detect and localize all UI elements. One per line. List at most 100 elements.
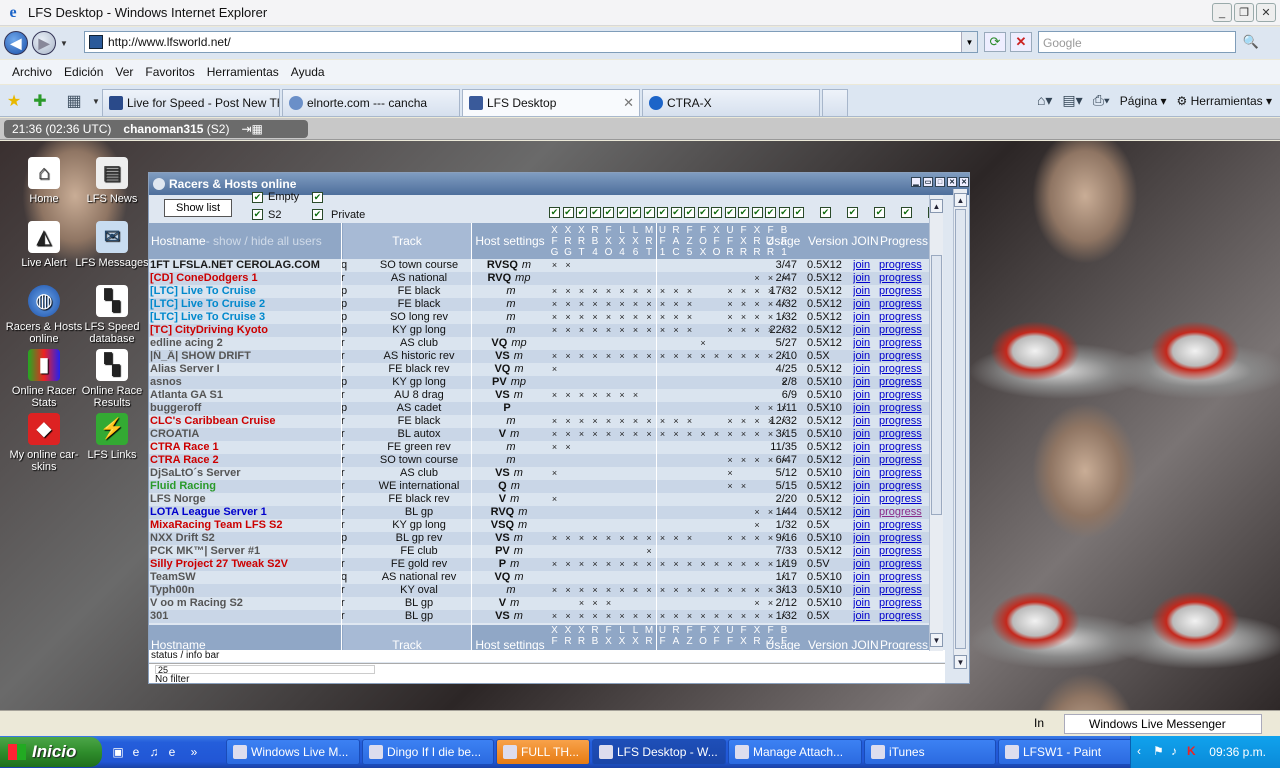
filter-car-ufr-checkbox[interactable]: ✔ bbox=[724, 207, 736, 218]
progress-link[interactable]: progress bbox=[879, 350, 929, 363]
menu-archivo[interactable]: Archivo bbox=[6, 65, 58, 79]
col-car-fxo[interactable]: FXO bbox=[604, 223, 613, 259]
new-tab-button[interactable] bbox=[822, 89, 848, 116]
progress-link[interactable]: progress bbox=[879, 545, 929, 558]
quicklaunch-more-icon[interactable]: » bbox=[186, 744, 202, 760]
search-icon[interactable]: 🔍 bbox=[1240, 32, 1262, 52]
maximize-button[interactable]: ❐ bbox=[1234, 3, 1254, 22]
col-car-rb4[interactable]: RB4 bbox=[591, 223, 600, 259]
logout-icon[interactable]: ⇥▦ bbox=[241, 122, 262, 136]
progress-link[interactable]: progress bbox=[879, 376, 929, 389]
filter-extra1-checkbox[interactable]: ✔ bbox=[901, 207, 912, 218]
outer-scroll-thumb[interactable] bbox=[955, 209, 966, 649]
quicklaunch-desktop-icon[interactable]: ▣ bbox=[110, 744, 126, 760]
tab-lfs-forum[interactable]: Live for Speed - Post New Th... bbox=[102, 89, 280, 116]
minimize-button[interactable]: _ bbox=[1212, 3, 1232, 22]
progress-link[interactable]: progress bbox=[879, 428, 929, 441]
progress-link[interactable]: progress bbox=[879, 467, 929, 480]
tray-network-icon[interactable]: ⚑ bbox=[1153, 744, 1164, 758]
filter-car-rac-checkbox[interactable]: ✔ bbox=[670, 207, 682, 218]
join-link[interactable]: join bbox=[853, 298, 875, 311]
desktop-icon-lfs-messages[interactable]: ✉ LFS Messages bbox=[70, 221, 154, 269]
join-link[interactable]: join bbox=[853, 454, 875, 467]
close-button[interactable]: ✕ bbox=[1256, 3, 1276, 22]
col-usage[interactable]: Usage bbox=[763, 223, 803, 259]
close-tab-icon[interactable]: ✕ bbox=[623, 95, 634, 111]
outer-scroll-up-icon[interactable]: ▲ bbox=[954, 193, 967, 207]
taskbar-item[interactable]: Manage Attach... bbox=[728, 739, 862, 765]
filter-join-checkbox[interactable]: ✔ bbox=[847, 207, 858, 218]
join-link[interactable]: join bbox=[853, 350, 875, 363]
filter-car-fxo-checkbox[interactable]: ✔ bbox=[603, 207, 614, 218]
filter-progress-checkbox[interactable]: ✔ bbox=[874, 207, 885, 218]
join-link[interactable]: join bbox=[853, 415, 875, 428]
progress-link[interactable]: progress bbox=[879, 493, 929, 506]
back-button[interactable]: ◀ bbox=[4, 31, 28, 55]
progress-link[interactable]: progress bbox=[879, 298, 929, 311]
filter-car-bf1-checkbox[interactable]: ✔ bbox=[778, 207, 790, 218]
join-link[interactable]: join bbox=[853, 311, 875, 324]
filter-car-lx6-checkbox[interactable]: ✔ bbox=[630, 207, 641, 218]
col-car-rac[interactable]: RAC bbox=[672, 223, 681, 259]
col-car-fox[interactable]: FOX bbox=[699, 223, 708, 259]
col-car-ufr[interactable]: UFR bbox=[726, 223, 735, 259]
col-car-lx6[interactable]: LX6 bbox=[631, 223, 640, 259]
join-link[interactable]: join bbox=[853, 363, 875, 376]
col-car-fxr[interactable]: FXR bbox=[739, 223, 748, 259]
join-link[interactable]: join bbox=[853, 441, 875, 454]
favorites-star-icon[interactable]: ★ bbox=[4, 91, 24, 111]
progress-link[interactable]: progress bbox=[879, 441, 929, 454]
join-link[interactable]: join bbox=[853, 571, 875, 584]
filter-car-fxr-checkbox[interactable]: ✔ bbox=[738, 207, 749, 218]
scroll-down-icon[interactable]: ▼ bbox=[930, 633, 943, 647]
filter-car-fz5-checkbox[interactable]: ✔ bbox=[684, 207, 695, 218]
taskbar-item[interactable]: LFSW1 - Paint bbox=[998, 739, 1134, 765]
forward-button[interactable]: ▶ bbox=[32, 31, 56, 55]
filter-car-xfo-checkbox[interactable]: ✔ bbox=[711, 207, 722, 218]
join-link[interactable]: join bbox=[853, 506, 875, 519]
taskbar-item[interactable]: iTunes bbox=[864, 739, 996, 765]
filter-car-uf1-checkbox[interactable]: ✔ bbox=[657, 207, 668, 218]
progress-link[interactable]: progress bbox=[879, 337, 929, 350]
join-link[interactable]: join bbox=[853, 467, 875, 480]
outer-scroll-down-icon[interactable]: ▼ bbox=[954, 655, 967, 669]
col-car-xrr[interactable]: XRR bbox=[753, 223, 762, 259]
col-car-xrt[interactable]: XRT bbox=[577, 223, 586, 259]
taskbar-item[interactable]: FULL TH... bbox=[496, 739, 590, 765]
lfs-minimize-icon[interactable]: ▁ bbox=[911, 177, 921, 187]
join-link[interactable]: join bbox=[853, 402, 875, 415]
progress-link[interactable]: progress bbox=[879, 311, 929, 324]
progress-link[interactable]: progress bbox=[879, 480, 929, 493]
join-link[interactable]: join bbox=[853, 480, 875, 493]
show-list-button[interactable]: Show list bbox=[164, 199, 232, 217]
tray-volume-icon[interactable]: ♪ bbox=[1171, 744, 1177, 758]
quick-tabs-icon[interactable]: ▦ bbox=[64, 91, 84, 111]
filter-car-fzr-checkbox[interactable]: ✔ bbox=[765, 207, 776, 218]
filter-car-rb4-checkbox[interactable]: ✔ bbox=[589, 207, 601, 218]
quicklaunch-media-icon[interactable]: ♫ bbox=[146, 744, 162, 760]
join-link[interactable]: join bbox=[853, 519, 875, 532]
tools-menu[interactable]: ⚙ Herramientas ▾ bbox=[1177, 94, 1272, 108]
progress-link[interactable]: progress bbox=[879, 519, 929, 532]
history-dropdown-icon[interactable]: ▼ bbox=[60, 39, 68, 48]
desktop-icon-race-results[interactable]: ▚ Online Race Results bbox=[70, 349, 154, 409]
col-car-xrg[interactable]: XRG bbox=[564, 223, 573, 259]
table-scrollbar[interactable]: ▲ ▼ bbox=[929, 195, 943, 651]
join-link[interactable]: join bbox=[853, 584, 875, 597]
col-car-mrt[interactable]: MRT bbox=[645, 223, 654, 259]
col-host-settings[interactable]: Host settings bbox=[472, 223, 548, 259]
filter-version-checkbox[interactable]: ✔ bbox=[820, 207, 831, 218]
lfs-maximize-icon[interactable]: □ bbox=[935, 177, 945, 187]
progress-link[interactable]: progress bbox=[879, 610, 929, 623]
feeds-icon[interactable]: ▤▾ bbox=[1062, 92, 1082, 109]
lfs-restore-icon[interactable]: ▭ bbox=[923, 177, 933, 187]
col-hostname[interactable]: Hostname - show / hide all users bbox=[149, 223, 341, 259]
taskbar-item[interactable]: Windows Live M... bbox=[226, 739, 360, 765]
join-link[interactable]: join bbox=[853, 376, 875, 389]
taskbar-item[interactable]: LFS Desktop - W... bbox=[592, 739, 726, 765]
filter-usage-checkbox[interactable]: ✔ bbox=[793, 207, 804, 218]
tab-elnorte[interactable]: elnorte.com --- cancha bbox=[282, 89, 460, 116]
tray-security-icon[interactable]: K bbox=[1187, 744, 1196, 758]
start-button[interactable]: Inicio bbox=[0, 737, 102, 767]
join-link[interactable]: join bbox=[853, 324, 875, 337]
